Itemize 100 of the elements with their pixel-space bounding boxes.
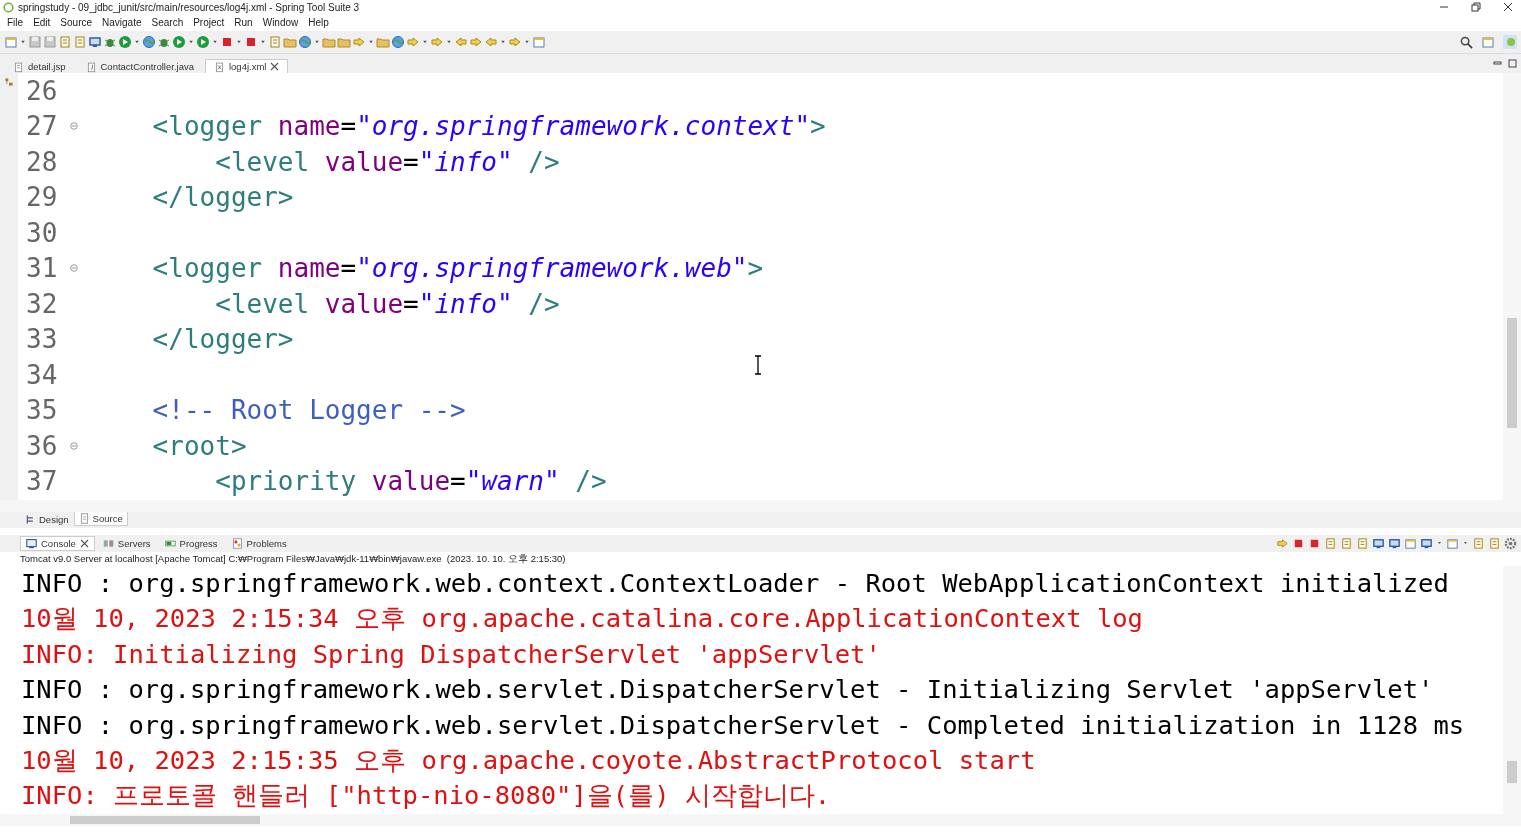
vertical-scrollbar[interactable] [1503, 73, 1521, 500]
stop-icon[interactable] [1308, 537, 1321, 550]
editor-tab[interactable]: detail.jsp [4, 59, 75, 73]
arrow-right-icon[interactable] [469, 35, 483, 49]
monitor-icon[interactable] [1388, 537, 1401, 550]
menu-item[interactable]: Project [188, 17, 230, 28]
fold-icon[interactable] [70, 441, 78, 450]
view-tab[interactable]: Progress [158, 536, 224, 551]
editor-mode-tab[interactable]: Design [20, 512, 74, 527]
document-icon [13, 60, 24, 73]
folder-icon[interactable] [376, 35, 390, 49]
monitor-icon[interactable] [88, 35, 102, 49]
view-tab[interactable]: Problems [225, 536, 293, 551]
globe-icon[interactable] [298, 35, 312, 49]
menu-item[interactable]: Source [55, 17, 98, 28]
window-title: springstudy - 09_jdbc_junit/src/main/resources/log4j.xml - Spring Tool Suite 3 [18, 1, 360, 13]
line-number: 31 [25, 253, 59, 284]
arrow-right-icon[interactable] [406, 35, 420, 49]
stop-icon[interactable] [220, 35, 234, 49]
stop-icon[interactable] [244, 35, 258, 49]
menu-item[interactable]: File [2, 17, 29, 28]
menu-item[interactable]: Window [257, 17, 304, 28]
line-number: 35 [25, 395, 59, 426]
folder-icon[interactable] [337, 35, 351, 49]
search-icon[interactable] [1460, 35, 1473, 49]
line-number: 33 [25, 324, 59, 355]
view-tab[interactable]: Servers [96, 536, 157, 551]
console-line: INFO : org.springframework.web.context.ContextLoader - Root WebApplicationContext initialized [21, 567, 1450, 600]
console-description: Tomcat v9.0 Server at localhost [Apache Tomcat] C:₩Program Files₩Java₩jdk-11₩bin₩javaw.exe (2023. 10. 10. 오후 2:15:30) [19, 552, 567, 566]
maximize-icon[interactable] [1508, 59, 1517, 68]
console-line: INFO: 프로토콜 핸들러 ["http-nio-8080"]을(를) 시작합니다. [21, 779, 832, 813]
servers-icon [102, 538, 114, 549]
design-icon [25, 514, 36, 525]
line-number: 34 [25, 359, 59, 390]
editor-tab[interactable]: log4j.xml [204, 59, 289, 73]
document-icon[interactable] [1356, 537, 1369, 550]
document-icon[interactable] [1324, 537, 1337, 550]
document-icon[interactable] [1488, 537, 1501, 550]
arrow-right-icon[interactable] [430, 35, 444, 49]
arrow-right-icon[interactable] [508, 35, 522, 49]
new-file-icon[interactable] [1404, 537, 1417, 550]
minimize-icon[interactable] [1493, 59, 1502, 68]
fold-icon[interactable] [70, 122, 78, 131]
console-line: INFO : org.springframework.web.servlet.DispatcherServlet - Completed initialization in 1128 ms [21, 708, 1466, 742]
arrow-left-icon[interactable] [454, 35, 468, 49]
outline-icon [4, 77, 14, 87]
console-line: INFO: Initializing Spring DispatcherServlet 'appServlet' [21, 637, 882, 671]
new-file-icon[interactable] [532, 35, 546, 49]
play-icon[interactable] [118, 35, 132, 49]
view-tab[interactable]: Console [20, 536, 95, 551]
vertical-scrollbar[interactable] [1503, 566, 1521, 814]
play-icon[interactable] [196, 35, 210, 49]
code-line: <level value="info" /> [214, 288, 560, 319]
menu-item[interactable]: Edit [28, 17, 56, 28]
document-icon[interactable] [268, 35, 282, 49]
fold-icon[interactable] [70, 264, 78, 273]
monitor-icon[interactable] [1420, 537, 1433, 550]
menu-item[interactable]: Help [303, 17, 334, 28]
app-logo-icon [3, 1, 14, 13]
tab-close-icon[interactable] [79, 539, 89, 548]
close-icon[interactable] [1503, 2, 1513, 12]
line-number: 26 [25, 75, 59, 106]
line-number: 37 [25, 466, 59, 497]
menu-item[interactable]: Navigate [97, 17, 147, 28]
line-number: 27 [25, 111, 59, 142]
menu-item[interactable]: Search [146, 17, 189, 28]
arrow-right-icon[interactable] [1276, 537, 1289, 550]
code-line: <priority value="warn" /> [214, 466, 607, 497]
progress-icon [164, 538, 176, 549]
code-line: <level value="info" /> [214, 146, 560, 177]
new-file-icon[interactable] [4, 35, 18, 49]
new-file-icon[interactable] [1446, 537, 1459, 550]
gear-icon[interactable] [1504, 537, 1517, 550]
console-line: 10월 10, 2023 2:15:35 오후 org.apache.coyote.AbstractProtocol start [21, 743, 1037, 777]
save-icon[interactable] [28, 35, 42, 49]
editor-mode-tab[interactable]: Source [73, 512, 128, 526]
line-number: 29 [25, 182, 59, 213]
tab-close-icon[interactable] [270, 62, 280, 71]
arrow-right-icon[interactable] [352, 35, 366, 49]
text-cursor-icon [753, 355, 763, 375]
folder-icon[interactable] [283, 35, 297, 49]
line-number: 30 [25, 217, 59, 248]
perspective-icon[interactable] [1503, 35, 1517, 49]
document-icon[interactable] [58, 35, 72, 49]
save-icon[interactable] [43, 35, 57, 49]
arrow-left-icon[interactable] [484, 35, 498, 49]
stop-icon[interactable] [1292, 537, 1305, 550]
globe-icon[interactable] [142, 35, 156, 49]
play-icon[interactable] [172, 35, 186, 49]
document-icon[interactable] [1340, 537, 1353, 550]
code-line: <!-- Root Logger --> [151, 395, 466, 426]
document-icon[interactable] [1472, 537, 1485, 550]
restore-icon[interactable] [1471, 2, 1481, 12]
menu-item[interactable]: Run [229, 17, 258, 28]
line-number: 36 [25, 430, 59, 461]
open-perspective-icon[interactable] [1481, 35, 1495, 49]
monitor-icon[interactable] [1372, 537, 1385, 550]
globe-icon[interactable] [391, 35, 405, 49]
folder-icon[interactable] [322, 35, 336, 49]
editor-tab[interactable]: ContactController.java [76, 59, 203, 73]
